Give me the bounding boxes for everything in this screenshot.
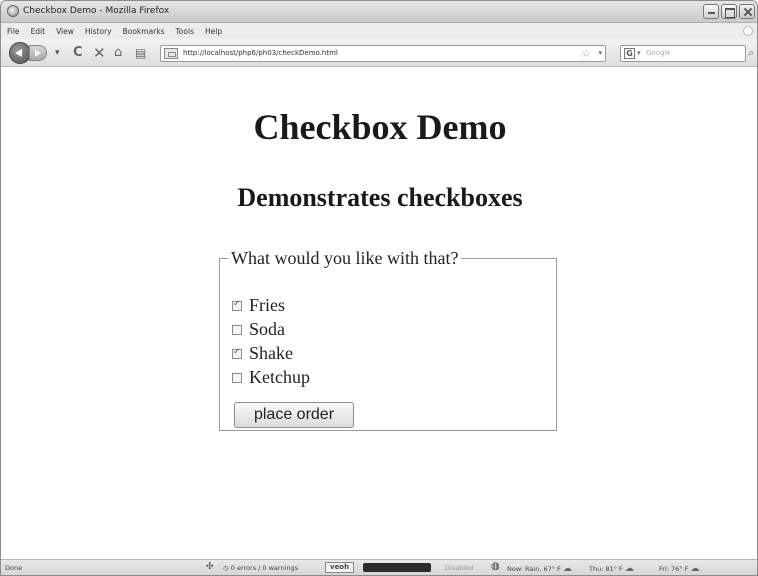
page-content: Checkbox Demo Demonstrates checkboxes Wh… bbox=[1, 68, 757, 561]
weather-now: Now: Rain, 67° F ☁ bbox=[507, 564, 572, 574]
menu-tools[interactable]: Tools bbox=[176, 27, 194, 36]
search-input[interactable]: Google bbox=[646, 49, 671, 57]
veoh-badge[interactable]: veoh bbox=[325, 562, 355, 573]
page-title: Checkbox Demo bbox=[253, 107, 507, 147]
veoh-toolbar[interactable] bbox=[363, 563, 431, 572]
cloud-icon: ☁ bbox=[690, 564, 700, 574]
error-console-status[interactable]: ◷ 0 errors / 0 warnings bbox=[223, 564, 298, 572]
close-button[interactable] bbox=[739, 4, 755, 19]
search-bar[interactable]: G ▾ Google bbox=[620, 45, 746, 62]
search-icon[interactable]: ⌕ bbox=[748, 46, 757, 60]
menu-view[interactable]: View bbox=[56, 27, 74, 36]
status-bar: Done ✣ ◷ 0 errors / 0 warnings veoh Disa… bbox=[1, 559, 757, 575]
option-shake[interactable]: Shake bbox=[232, 343, 293, 364]
error-count: 0 errors / 0 warnings bbox=[230, 564, 299, 572]
menu-history[interactable]: History bbox=[85, 27, 112, 36]
weather-icon[interactable]: ◍ bbox=[491, 561, 500, 572]
url-bar[interactable]: http://localhost/php6/ph03/checkDemo.htm… bbox=[160, 45, 606, 62]
title-bar: Checkbox Demo - Mozilla Firefox bbox=[1, 1, 757, 23]
rain-cloud-icon: ☁ bbox=[562, 564, 572, 574]
maximize-button[interactable] bbox=[721, 4, 737, 19]
history-dropdown-icon[interactable]: ▾ bbox=[55, 48, 60, 58]
weather-thu-text: Thu: 81° F bbox=[589, 565, 623, 573]
fries-checkbox[interactable] bbox=[232, 299, 242, 311]
search-engine-dropdown-icon[interactable]: ▾ bbox=[637, 49, 641, 57]
disabled-status: Disabled bbox=[445, 564, 474, 572]
url-dropdown-icon[interactable]: ▾ bbox=[598, 49, 602, 57]
menu-bar: File Edit View History Bookmarks Tools H… bbox=[1, 23, 757, 39]
shake-checkbox[interactable] bbox=[232, 347, 242, 359]
window-controls bbox=[703, 4, 755, 19]
weather-fri: Fri: 76° F ☁ bbox=[659, 564, 699, 574]
option-fries[interactable]: Fries bbox=[232, 295, 285, 316]
window-title: Checkbox Demo - Mozilla Firefox bbox=[23, 6, 170, 16]
throbber-icon bbox=[743, 26, 753, 36]
status-text: Done bbox=[5, 564, 23, 572]
menu-bookmarks[interactable]: Bookmarks bbox=[123, 27, 165, 36]
page-subtitle: Demonstrates checkboxes bbox=[237, 183, 523, 212]
soda-label[interactable]: Soda bbox=[249, 319, 285, 340]
addon-icon[interactable]: ✣ bbox=[206, 562, 214, 572]
menu-help[interactable]: Help bbox=[205, 27, 222, 36]
order-fieldset: What would you like with that? Fries Sod… bbox=[219, 248, 557, 431]
back-button[interactable] bbox=[9, 42, 31, 64]
firefox-icon bbox=[7, 5, 19, 17]
ketchup-checkbox[interactable] bbox=[232, 372, 242, 383]
option-ketchup[interactable]: Ketchup bbox=[232, 367, 310, 388]
shake-label[interactable]: Shake bbox=[249, 343, 293, 364]
home-icon[interactable]: ⌂ bbox=[114, 45, 122, 61]
site-identity-icon[interactable] bbox=[164, 48, 178, 59]
url-input[interactable]: http://localhost/php6/ph03/checkDemo.htm… bbox=[183, 49, 338, 57]
option-soda[interactable]: Soda bbox=[232, 319, 285, 340]
reload-icon[interactable]: C bbox=[73, 45, 83, 61]
minimize-button[interactable] bbox=[703, 4, 719, 19]
fries-label[interactable]: Fries bbox=[249, 295, 285, 316]
menu-file[interactable]: File bbox=[7, 27, 20, 36]
fieldset-legend: What would you like with that? bbox=[231, 248, 459, 268]
soda-checkbox[interactable] bbox=[232, 324, 242, 335]
cloud-icon: ☁ bbox=[624, 564, 634, 574]
bookmark-page-icon[interactable]: ▤ bbox=[135, 45, 146, 61]
navigation-toolbar: ▾ C ✕ ⌂ ▤ http://localhost/php6/ph03/che… bbox=[1, 39, 757, 67]
search-engine-icon[interactable]: G bbox=[624, 48, 635, 59]
ketchup-label[interactable]: Ketchup bbox=[249, 367, 310, 388]
weather-now-text: Now: Rain, 67° F bbox=[507, 565, 561, 573]
star-icon[interactable]: ☆ bbox=[581, 47, 591, 60]
stop-icon[interactable]: ✕ bbox=[93, 45, 106, 61]
place-order-button[interactable]: place order bbox=[234, 402, 354, 428]
check-icon: ◷ bbox=[223, 564, 229, 572]
weather-fri-text: Fri: 76° F bbox=[659, 565, 689, 573]
weather-thu: Thu: 81° F ☁ bbox=[589, 564, 634, 574]
forward-button[interactable] bbox=[29, 45, 47, 61]
menu-edit[interactable]: Edit bbox=[31, 27, 46, 36]
browser-window: Checkbox Demo - Mozilla Firefox File Edi… bbox=[0, 0, 758, 576]
